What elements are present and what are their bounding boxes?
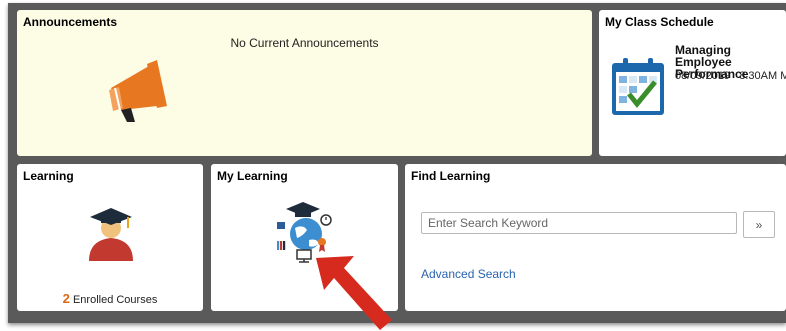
- advanced-search-link[interactable]: Advanced Search: [421, 267, 516, 281]
- class-schedule-title: My Class Schedule: [605, 15, 714, 29]
- announcements-message: No Current Announcements: [230, 36, 379, 50]
- search-keyword-input[interactable]: [421, 212, 737, 234]
- my-learning-title: My Learning: [217, 169, 288, 183]
- learning-tile[interactable]: Learning 2 Enrolled Courses: [17, 164, 203, 311]
- scheduled-time: 8:30AM M: [739, 70, 786, 82]
- search-button[interactable]: »: [743, 211, 775, 238]
- find-learning-tile: Find Learning » Advanced Search: [405, 164, 786, 311]
- calendar-check-icon: [612, 58, 664, 115]
- enrolled-count: 2: [62, 291, 70, 306]
- enrolled-label: Enrolled Courses: [72, 294, 158, 306]
- scheduled-course-datetime: 08/09/2019 8:30AM M: [675, 70, 786, 82]
- announcements-title: Announcements: [23, 15, 118, 29]
- red-arrow-icon: [316, 256, 392, 330]
- find-learning-title: Find Learning: [411, 169, 491, 183]
- scheduled-date: 08/09/2019: [675, 70, 731, 82]
- megaphone-icon: [109, 60, 167, 122]
- learning-title: Learning: [23, 169, 74, 183]
- graduate-icon: [89, 208, 133, 261]
- enrolled-courses: 2 Enrolled Courses: [17, 291, 203, 306]
- announcements-tile[interactable]: Announcements No Current Announcements: [17, 10, 592, 156]
- class-schedule-tile[interactable]: My Class Schedule Managing Employee Perf…: [599, 10, 786, 156]
